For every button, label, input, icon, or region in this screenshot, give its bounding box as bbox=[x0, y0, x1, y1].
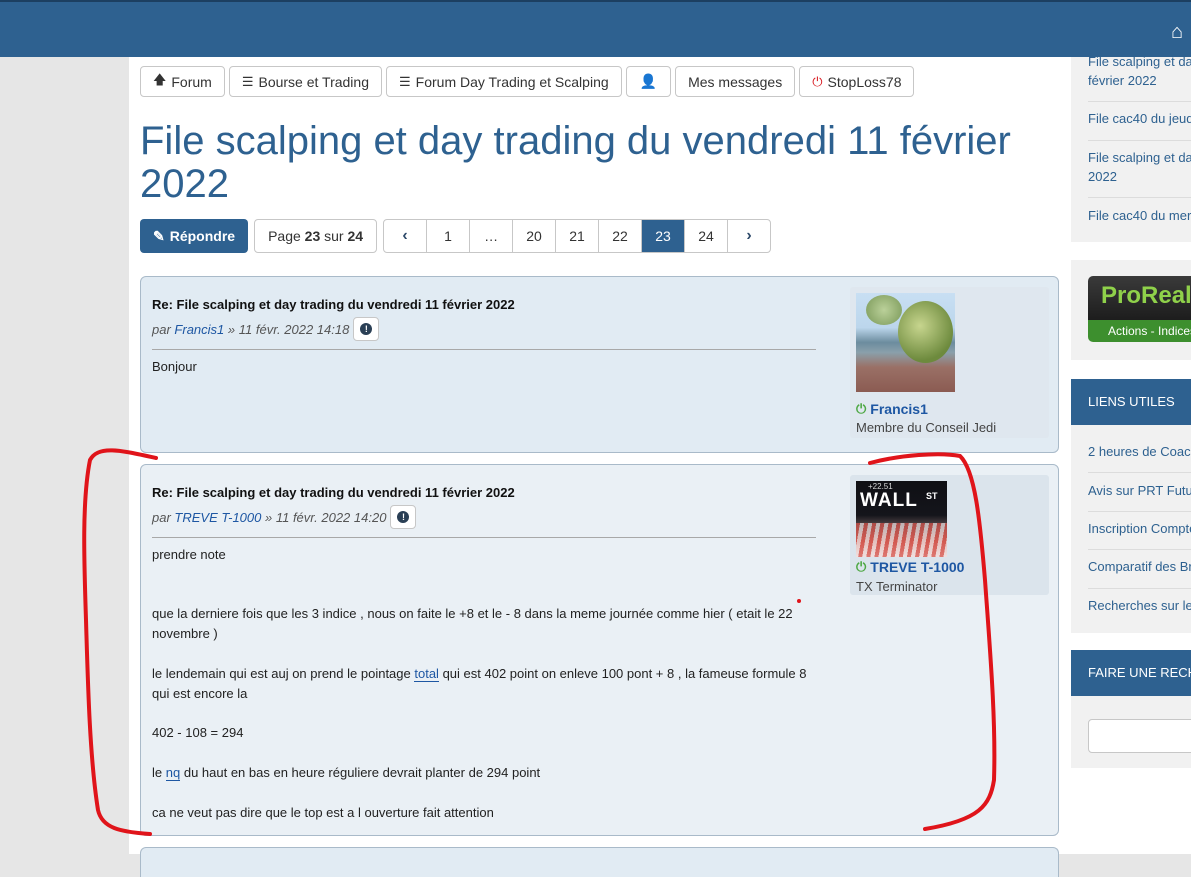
search-panel bbox=[1071, 696, 1191, 768]
pagination-row: ✎ Répondre Page 23 sur 24 ‹ 1 … 20 21 22 … bbox=[140, 219, 772, 253]
edit-icon: ✎ bbox=[153, 227, 165, 244]
online-icon: ⏻ bbox=[856, 559, 867, 574]
post-profile: +22.51 WALL ST ⏻ TREVE T-1000 TX Terminat… bbox=[850, 475, 1049, 595]
useful-link[interactable]: Avis sur PRT Futures bbox=[1088, 481, 1191, 500]
divider bbox=[1088, 549, 1191, 550]
online-icon: ⏻ bbox=[856, 401, 867, 416]
list-icon: ☰ bbox=[241, 73, 254, 89]
useful-links-header: LIENS UTILES bbox=[1071, 379, 1191, 425]
report-button[interactable]: ! bbox=[390, 505, 417, 529]
arrow-up-icon: 🡅 bbox=[153, 71, 167, 87]
page-current: 23 bbox=[642, 220, 686, 252]
user-icon: 👤 bbox=[639, 73, 658, 89]
profile-button[interactable]: 👤 bbox=[625, 66, 672, 97]
page-info: Page 23 sur 24 bbox=[254, 219, 378, 253]
report-button[interactable]: ! bbox=[353, 317, 380, 341]
divider bbox=[1088, 140, 1191, 141]
tag-link[interactable]: nq bbox=[165, 765, 181, 781]
list-icon: ☰ bbox=[399, 73, 411, 89]
profile-username[interactable]: ⏻ TREVE T-1000 bbox=[856, 559, 964, 575]
divider bbox=[1088, 101, 1191, 102]
post-body: prendre note que la derniere fois que le… bbox=[152, 547, 807, 820]
page-link[interactable]: 22 bbox=[599, 220, 643, 252]
useful-links: 2 heures de Coaching Avis sur PRT Future… bbox=[1071, 425, 1191, 633]
nav-buttons: 🡅 Forum ☰ Bourse et Trading ☰ Forum Day Tra… bbox=[140, 66, 915, 97]
divider bbox=[152, 349, 816, 350]
post-meta: par TREVE T-1000 » 11 févr. 2022 14:20 ! bbox=[152, 505, 417, 529]
recent-topic-link[interactable]: File cac40 du mercredi bbox=[1088, 206, 1191, 225]
avatar[interactable] bbox=[856, 293, 955, 392]
search-input[interactable] bbox=[1088, 719, 1191, 753]
post: Re: File scalping et day trading du vend… bbox=[140, 276, 1059, 453]
useful-link[interactable]: Comparatif des Brokers bbox=[1088, 557, 1191, 576]
post-author-link[interactable]: Francis1 bbox=[174, 322, 224, 337]
post: Re: File scalping et day trading du vend… bbox=[140, 464, 1059, 836]
profile-rank: TX Terminator bbox=[856, 579, 938, 594]
forum-daytrading-button[interactable]: ☰ Forum Day Trading et Scalping bbox=[386, 66, 622, 97]
tag-link[interactable]: total bbox=[414, 666, 439, 682]
chevron-left-icon: ‹ bbox=[402, 227, 408, 244]
divider bbox=[1088, 588, 1191, 589]
post-meta: par Francis1 » 11 févr. 2022 14:18 ! bbox=[152, 317, 380, 341]
page-ellipsis[interactable]: … bbox=[470, 220, 514, 252]
forum-button[interactable]: 🡅 Forum bbox=[140, 66, 225, 97]
page-link[interactable]: 1 bbox=[427, 220, 471, 252]
ad-box: ProReal Actions - Indices bbox=[1071, 260, 1191, 360]
recent-topic-link[interactable]: février 2022 bbox=[1088, 71, 1157, 90]
page-link[interactable]: 24 bbox=[685, 220, 729, 252]
home-icon[interactable]: ⌂ bbox=[1171, 22, 1191, 42]
reply-button[interactable]: ✎ Répondre bbox=[140, 219, 249, 253]
chevron-right-icon: › bbox=[746, 227, 752, 244]
prev-page-button[interactable]: ‹ bbox=[384, 220, 428, 252]
recent-topic-link[interactable]: File scalping et day trading du bbox=[1088, 57, 1191, 71]
logout-button[interactable]: ⏻ StopLoss78 bbox=[799, 66, 915, 97]
recent-topic-link[interactable]: File cac40 du jeudi bbox=[1088, 109, 1191, 128]
avatar[interactable]: +22.51 WALL ST bbox=[856, 481, 947, 557]
sidebar: File scalping et day trading du février … bbox=[1071, 57, 1191, 854]
post bbox=[140, 847, 1059, 877]
top-navbar: ⌂ bbox=[0, 0, 1191, 57]
divider bbox=[152, 537, 816, 538]
page-link[interactable]: 21 bbox=[556, 220, 600, 252]
page-link[interactable]: 20 bbox=[513, 220, 557, 252]
useful-link[interactable]: Inscription Compte bbox=[1088, 519, 1191, 538]
bourse-trading-button[interactable]: ☰ Bourse et Trading bbox=[228, 66, 382, 97]
page-title[interactable]: File scalping et day trading du vendredi… bbox=[140, 120, 1040, 206]
main-content: 🡅 Forum ☰ Bourse et Trading ☰ Forum Day Tra… bbox=[129, 57, 1071, 877]
pager: ‹ 1 … 20 21 22 23 24 › bbox=[383, 219, 772, 253]
useful-link[interactable]: Recherches sur le bbox=[1088, 596, 1191, 615]
divider bbox=[1088, 511, 1191, 512]
post-author-link[interactable]: TREVE T-1000 bbox=[174, 510, 261, 525]
recent-topic-link[interactable]: 2022 bbox=[1088, 167, 1117, 186]
profile-rank: Membre du Conseil Jedi bbox=[856, 420, 997, 435]
mes-messages-button[interactable]: Mes messages bbox=[675, 66, 796, 97]
post-body: Bonjour bbox=[152, 359, 197, 374]
search-header: FAIRE UNE RECHERCHE bbox=[1071, 650, 1191, 696]
exclamation-icon: ! bbox=[360, 323, 373, 335]
exclamation-icon: ! bbox=[397, 511, 410, 523]
power-icon: ⏻ bbox=[812, 73, 823, 89]
post-profile: ⏻ Francis1 Membre du Conseil Jedi bbox=[850, 287, 1049, 438]
recent-topics: File scalping et day trading du février … bbox=[1071, 57, 1191, 242]
useful-link[interactable]: 2 heures de Coaching bbox=[1088, 442, 1191, 461]
post-title[interactable]: Re: File scalping et day trading du vend… bbox=[152, 485, 515, 500]
divider bbox=[1088, 197, 1191, 198]
next-page-button[interactable]: › bbox=[728, 220, 770, 252]
prorealtime-ad[interactable]: ProReal Actions - Indices bbox=[1088, 276, 1191, 342]
divider bbox=[1088, 472, 1191, 473]
recent-topic-link[interactable]: File scalping et day trading du bbox=[1088, 148, 1191, 167]
post-title[interactable]: Re: File scalping et day trading du vend… bbox=[152, 297, 515, 312]
profile-username[interactable]: ⏻ Francis1 bbox=[856, 401, 928, 417]
